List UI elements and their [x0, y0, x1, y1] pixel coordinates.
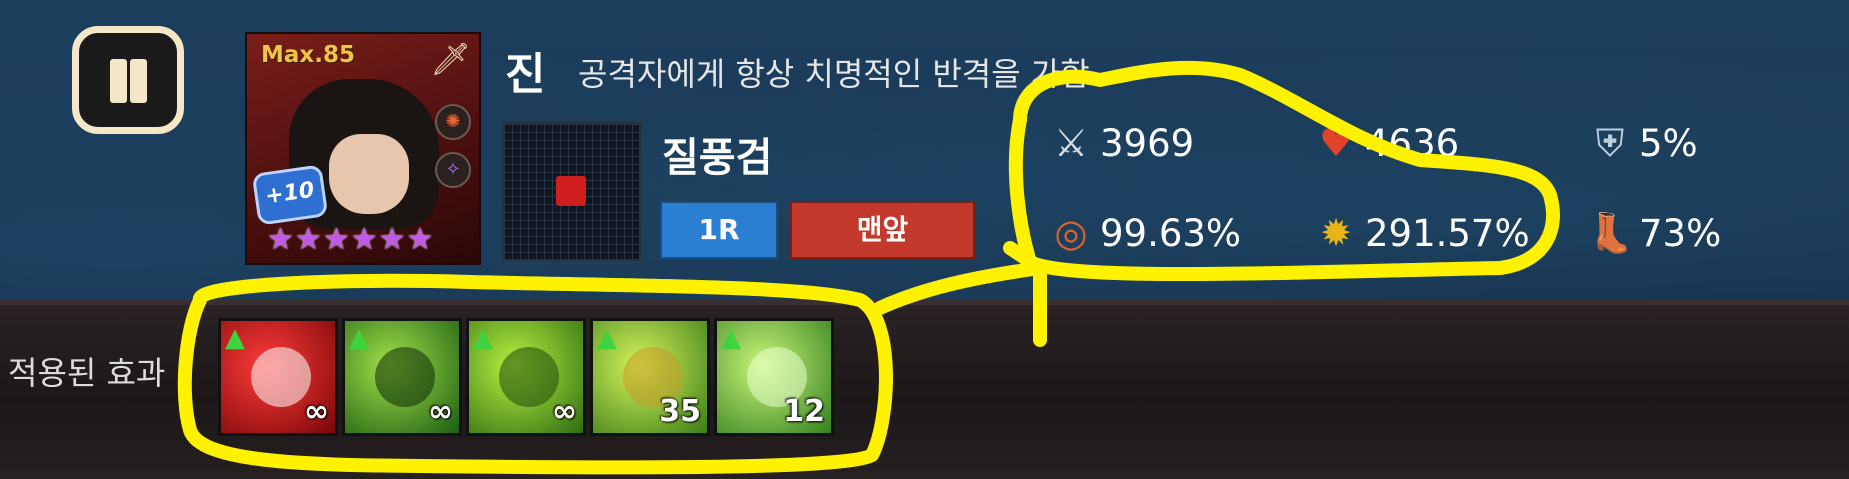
- annotation-overlay: [177, 60, 1560, 475]
- annotation-circle-effects: [177, 273, 893, 475]
- annotation-arrowhead: [1003, 241, 1047, 347]
- annotation-arrow: [873, 261, 1047, 315]
- annotation-circle-stats: [1008, 60, 1560, 282]
